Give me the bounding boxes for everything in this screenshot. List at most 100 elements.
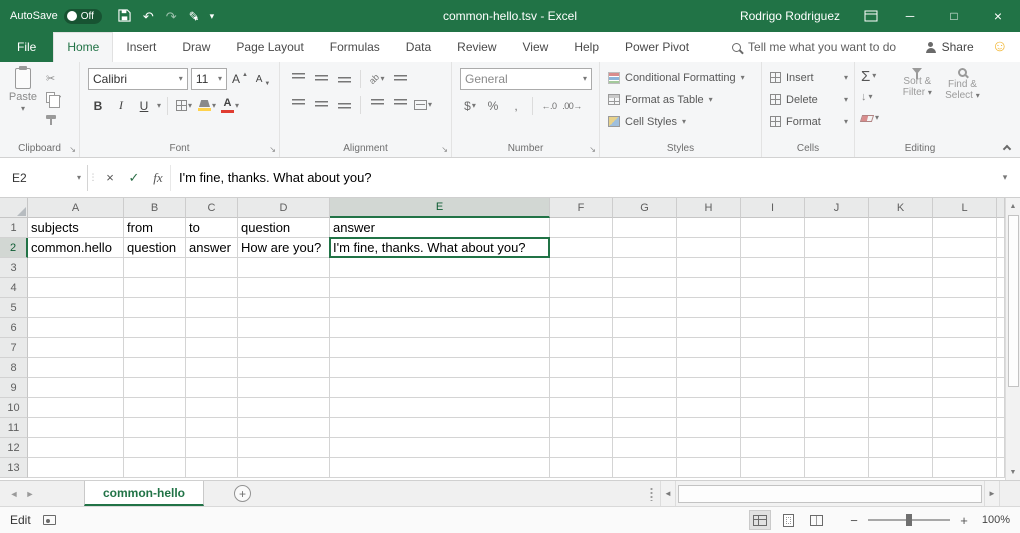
cell-D11[interactable] <box>238 418 330 438</box>
horizontal-scrollbar-track[interactable] <box>676 481 984 506</box>
decrease-decimal-button[interactable]: .00→ <box>562 95 582 116</box>
save-button[interactable] <box>118 9 131 24</box>
cell-F6[interactable] <box>550 318 613 338</box>
row-header-11[interactable]: 11 <box>0 418 28 438</box>
borders-button[interactable]: ▾ <box>174 95 194 116</box>
cell-H2[interactable] <box>677 238 741 258</box>
cell-L9[interactable] <box>933 378 997 398</box>
cell-B7[interactable] <box>124 338 186 358</box>
cell-H1[interactable] <box>677 218 741 238</box>
align-right-button[interactable] <box>334 94 354 115</box>
cell-E12[interactable] <box>330 438 550 458</box>
alignment-dialog-launcher[interactable]: ↘ <box>441 146 448 154</box>
cell-H10[interactable] <box>677 398 741 418</box>
cell-H3[interactable] <box>677 258 741 278</box>
cell-G10[interactable] <box>613 398 677 418</box>
redo-button[interactable]: ↷ <box>166 10 177 23</box>
align-left-button[interactable] <box>288 94 308 115</box>
cell-G3[interactable] <box>613 258 677 278</box>
zoom-slider-thumb[interactable] <box>906 514 912 526</box>
comma-style-button[interactable]: , <box>506 95 526 116</box>
maximize-button[interactable]: □ <box>932 0 976 32</box>
cell-F5[interactable] <box>550 298 613 318</box>
sheet-tab-common-hello[interactable]: common-hello <box>84 481 204 506</box>
tab-insert[interactable]: Insert <box>113 32 169 62</box>
cell-A13[interactable] <box>28 458 124 478</box>
cell-F11[interactable] <box>550 418 613 438</box>
cell-I7[interactable] <box>741 338 805 358</box>
cell-J2[interactable] <box>805 238 869 258</box>
cell-F2[interactable] <box>550 238 613 258</box>
cell-I4[interactable] <box>741 278 805 298</box>
delete-cells-button[interactable]: Delete ▾ <box>770 90 848 109</box>
column-header-E[interactable]: E <box>330 198 550 218</box>
column-header-A[interactable]: A <box>28 198 124 218</box>
macro-record-icon[interactable] <box>43 515 56 525</box>
cell-H8[interactable] <box>677 358 741 378</box>
cell-K6[interactable] <box>869 318 933 338</box>
row-header-8[interactable]: 8 <box>0 358 28 378</box>
cell-J11[interactable] <box>805 418 869 438</box>
column-header-J[interactable]: J <box>805 198 869 218</box>
cut-button[interactable]: ✂ <box>46 70 61 87</box>
tell-me-box[interactable]: Tell me what you want to do <box>732 32 896 62</box>
minimize-button[interactable]: ─ <box>888 0 932 32</box>
cell-H4[interactable] <box>677 278 741 298</box>
cell-K13[interactable] <box>869 458 933 478</box>
cell-C13[interactable] <box>186 458 238 478</box>
customize-qat-button[interactable]: ▾ <box>210 12 215 21</box>
cell-B2[interactable]: question <box>124 238 186 258</box>
expand-formula-bar-button[interactable]: ▾ <box>996 172 1014 183</box>
cell-J6[interactable] <box>805 318 869 338</box>
format-as-table-button[interactable]: Format as Table ▾ <box>608 90 755 109</box>
cell-E3[interactable] <box>330 258 550 278</box>
new-sheet-button[interactable]: + <box>234 485 251 502</box>
cell-K7[interactable] <box>869 338 933 358</box>
vertical-scrollbar-thumb[interactable] <box>1008 215 1019 387</box>
cell-L1[interactable] <box>933 218 997 238</box>
cell-F1[interactable] <box>550 218 613 238</box>
cell-H5[interactable] <box>677 298 741 318</box>
account-name[interactable]: Rodrigo Rodriguez <box>740 9 840 23</box>
cell-G8[interactable] <box>613 358 677 378</box>
tab-draw[interactable]: Draw <box>169 32 223 62</box>
cell-C8[interactable] <box>186 358 238 378</box>
cell-A3[interactable] <box>28 258 124 278</box>
cell-C11[interactable] <box>186 418 238 438</box>
row-header-9[interactable]: 9 <box>0 378 28 398</box>
name-box[interactable]: E2 ▾ <box>0 165 88 191</box>
format-cells-button[interactable]: Format ▾ <box>770 112 848 131</box>
cell-J3[interactable] <box>805 258 869 278</box>
cell-D4[interactable] <box>238 278 330 298</box>
cell-A10[interactable] <box>28 398 124 418</box>
cell-L2[interactable] <box>933 238 997 258</box>
cell-K10[interactable] <box>869 398 933 418</box>
cell-J12[interactable] <box>805 438 869 458</box>
tab-power-pivot[interactable]: Power Pivot <box>612 32 702 62</box>
cell-K11[interactable] <box>869 418 933 438</box>
cell-B4[interactable] <box>124 278 186 298</box>
cancel-button[interactable]: × <box>98 165 122 191</box>
tab-page-layout[interactable]: Page Layout <box>223 32 316 62</box>
column-header-H[interactable]: H <box>677 198 741 218</box>
tab-home[interactable]: Home <box>53 32 113 62</box>
cell-B8[interactable] <box>124 358 186 378</box>
clipboard-dialog-launcher[interactable]: ↘ <box>69 146 76 154</box>
number-format-select[interactable]: General▾ <box>460 68 592 90</box>
row-header-5[interactable]: 5 <box>0 298 28 318</box>
cell-D3[interactable] <box>238 258 330 278</box>
feedback-smiley-icon[interactable]: ☺ <box>992 39 1008 55</box>
decrease-indent-button[interactable] <box>367 94 387 115</box>
cell-K4[interactable] <box>869 278 933 298</box>
cell-I2[interactable] <box>741 238 805 258</box>
cell-I6[interactable] <box>741 318 805 338</box>
cell-A6[interactable] <box>28 318 124 338</box>
cell-E5[interactable] <box>330 298 550 318</box>
cell-L13[interactable] <box>933 458 997 478</box>
pen-mode-button[interactable]: ✎▾ <box>189 10 198 23</box>
cell-F4[interactable] <box>550 278 613 298</box>
cell-D1[interactable]: question <box>238 218 330 238</box>
cell-C12[interactable] <box>186 438 238 458</box>
cell-F12[interactable] <box>550 438 613 458</box>
cell-B12[interactable] <box>124 438 186 458</box>
